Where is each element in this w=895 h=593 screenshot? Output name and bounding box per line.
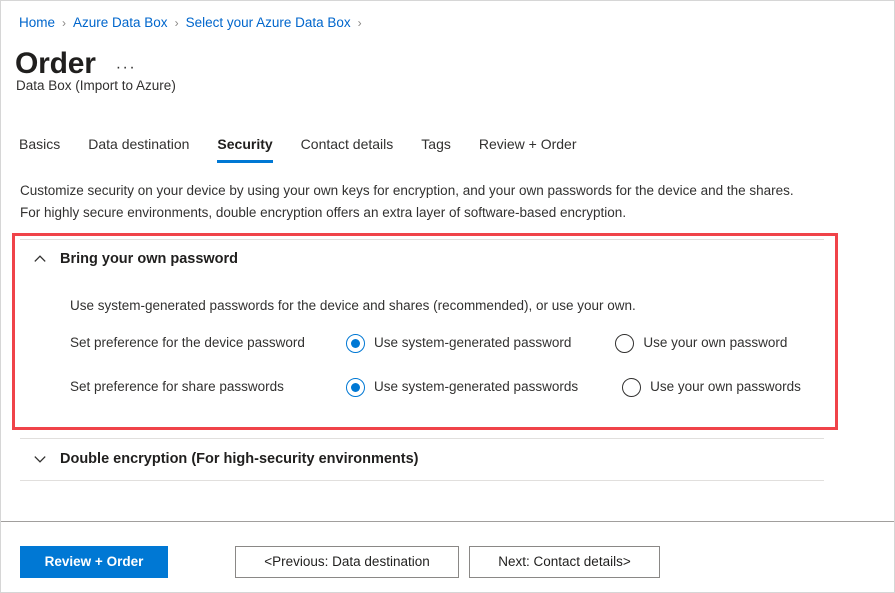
wizard-tabs: Basics Data destination Security Contact… <box>19 134 605 163</box>
radio-option-device-own-password[interactable]: Use your own password <box>615 333 787 353</box>
footer-bar: Review + Order <Previous: Data destinati… <box>1 522 894 592</box>
chevron-up-icon <box>32 251 48 267</box>
radio-option-label: Use your own password <box>643 333 787 353</box>
breadcrumb-item-home[interactable]: Home <box>19 14 55 32</box>
preference-label: Set preference for the device password <box>70 333 346 353</box>
tab-data-destination[interactable]: Data destination <box>88 134 189 163</box>
breadcrumb-trailing-chevron-icon: › <box>358 14 362 32</box>
order-page: Home › Azure Data Box › Select your Azur… <box>0 0 895 593</box>
tab-review-order[interactable]: Review + Order <box>479 134 577 163</box>
radio-button-unselected-icon[interactable] <box>615 334 634 353</box>
radio-button-selected-icon[interactable] <box>346 378 365 397</box>
breadcrumb-separator-icon: › <box>62 14 66 32</box>
radio-option-label: Use system-generated password <box>374 333 571 353</box>
breadcrumb-separator-icon: › <box>175 14 179 32</box>
radio-option-share-system-generated[interactable]: Use system-generated passwords <box>346 377 578 397</box>
preference-row-share-passwords: Set preference for share passwords Use s… <box>70 377 801 397</box>
radio-option-share-own-passwords[interactable]: Use your own passwords <box>622 377 801 397</box>
breadcrumb-item-select-your-azure-data-box[interactable]: Select your Azure Data Box <box>186 14 351 32</box>
preference-row-device-password: Set preference for the device password U… <box>70 333 787 353</box>
page-subtitle: Data Box (Import to Azure) <box>16 77 176 95</box>
chevron-down-icon <box>32 451 48 467</box>
tab-basics[interactable]: Basics <box>19 134 60 163</box>
radio-option-device-system-generated[interactable]: Use system-generated password <box>346 333 571 353</box>
radio-option-label: Use your own passwords <box>650 377 801 397</box>
tab-tags[interactable]: Tags <box>421 134 451 163</box>
section-title: Bring your own password <box>60 249 238 269</box>
breadcrumb-item-azure-data-box[interactable]: Azure Data Box <box>73 14 168 32</box>
next-button[interactable]: Next: Contact details> <box>469 546 660 578</box>
password-helper-text: Use system-generated passwords for the d… <box>70 296 636 316</box>
radio-option-label: Use system-generated passwords <box>374 377 578 397</box>
divider-above-password-section <box>20 239 824 240</box>
section-header-bring-your-own-password[interactable]: Bring your own password <box>32 249 238 269</box>
section-header-double-encryption[interactable]: Double encryption (For high-security env… <box>32 449 419 469</box>
security-description: Customize security on your device by usi… <box>20 180 795 224</box>
radio-button-selected-icon[interactable] <box>346 334 365 353</box>
divider-below-encryption-section <box>20 480 824 481</box>
previous-button[interactable]: <Previous: Data destination <box>235 546 459 578</box>
radio-button-unselected-icon[interactable] <box>622 378 641 397</box>
preference-label: Set preference for share passwords <box>70 377 346 397</box>
review-order-button[interactable]: Review + Order <box>20 546 168 578</box>
section-title: Double encryption (For high-security env… <box>60 449 419 469</box>
breadcrumb: Home › Azure Data Box › Select your Azur… <box>19 14 369 32</box>
tab-contact-details[interactable]: Contact details <box>301 134 394 163</box>
tab-security[interactable]: Security <box>217 134 272 163</box>
divider-above-encryption-section <box>20 438 824 439</box>
